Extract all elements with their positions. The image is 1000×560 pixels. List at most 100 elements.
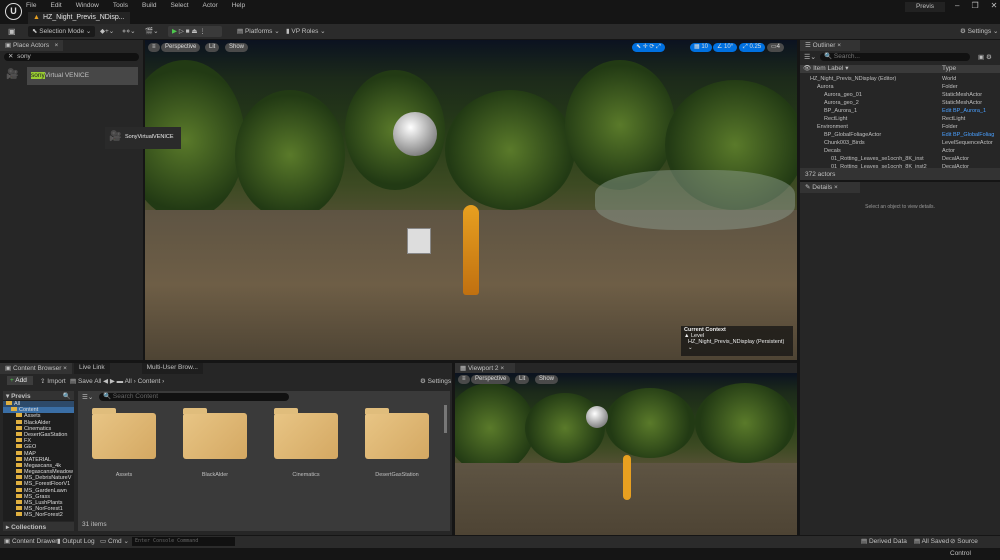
cinematics-icon[interactable]: 🎬⌄: [141, 26, 163, 37]
col-item-label[interactable]: 👁 Item Label ▾: [803, 65, 849, 73]
menu-select[interactable]: Select: [170, 2, 188, 9]
actor-result-sony-virtual-venice[interactable]: sonyVirtual VENICE: [27, 67, 138, 85]
folder-tile[interactable]: [92, 408, 156, 459]
eject-icon[interactable]: ⏏: [191, 28, 197, 35]
close-button[interactable]: ✕: [991, 1, 998, 10]
platforms-dropdown[interactable]: ▤ Platforms ⌄: [233, 26, 284, 37]
menu-window[interactable]: Window: [76, 2, 99, 9]
outliner-row[interactable]: 01_Rotting_Leaves_se1ocnh_8K_inst DecalAc…: [800, 155, 1000, 163]
import-button[interactable]: ⇪ Import: [40, 377, 66, 385]
menu-tools[interactable]: Tools: [113, 2, 128, 9]
forward-icon[interactable]: ▶: [110, 378, 115, 385]
menu-edit[interactable]: Edit: [50, 2, 61, 9]
source-control-button[interactable]: ⊘ Source Control: [950, 536, 1000, 560]
asset-filter-icon[interactable]: ☰⌄: [82, 393, 93, 401]
outliner-row-type[interactable]: Edit BP_Aurora_1: [942, 107, 986, 115]
outliner-search[interactable]: 🔍 Search...: [820, 53, 970, 61]
cb-settings-button[interactable]: ⚙ Settings: [420, 377, 451, 385]
add-actor-icon[interactable]: ◆+⌄: [96, 26, 118, 37]
clear-search-icon[interactable]: ✕: [8, 53, 13, 60]
lit-button[interactable]: Lit: [205, 43, 220, 52]
perspective-button[interactable]: Perspective: [161, 43, 201, 52]
minimize-button[interactable]: –: [955, 1, 959, 10]
content-drawer-button[interactable]: ▣ Content Drawer: [4, 536, 57, 548]
menu-build[interactable]: Build: [142, 2, 156, 9]
add-folder-icon[interactable]: ▣ ⚙: [978, 53, 992, 61]
blueprint-icon[interactable]: ⋄⋄⌄: [118, 26, 140, 37]
grid-snap[interactable]: ▦ 10: [690, 43, 713, 52]
main-viewport[interactable]: ≡ Perspective Lit Show ⬉ ✛ ⟳ ⤢ ▦ 10 ∠ 10…: [145, 40, 797, 360]
scale-snap[interactable]: ⤢ 0.25: [739, 43, 766, 52]
camera-speed[interactable]: ▭4: [767, 43, 785, 52]
level-tab[interactable]: ▲ HZ_Night_Previs_NDisp...: [28, 12, 130, 24]
folder-tile[interactable]: [274, 408, 338, 459]
viewport2-lit-button[interactable]: Lit: [515, 375, 530, 384]
unreal-logo-icon[interactable]: U: [5, 3, 22, 20]
viewport2-perspective-button[interactable]: Perspective: [471, 375, 511, 384]
tab-content-browser[interactable]: ▣ Content Browser ×: [0, 363, 72, 374]
back-icon[interactable]: ◀: [103, 378, 108, 385]
content-search[interactable]: 🔍 Search Content: [99, 393, 289, 401]
folder-tree-label: MS_ForestFloorV1: [24, 481, 71, 488]
tab-live-link[interactable]: Live Link: [73, 363, 110, 374]
derived-data-button[interactable]: ▤ Derived Data: [861, 536, 907, 548]
console-input[interactable]: Enter Console Command: [132, 537, 235, 546]
place-actors-search[interactable]: ✕ sony: [4, 53, 139, 61]
stop-icon[interactable]: ■: [186, 28, 190, 35]
outliner-row[interactable]: Aurora_geo_01 StaticMeshActor: [800, 91, 1000, 99]
outliner-row[interactable]: Decals Actor: [800, 147, 1000, 155]
step-icon[interactable]: ▷: [179, 28, 184, 35]
breadcrumb-content[interactable]: Content: [138, 378, 161, 385]
rotation-snap[interactable]: ∠ 10°: [713, 43, 738, 52]
mannequin[interactable]: [623, 455, 631, 500]
outliner-row[interactable]: BP_Aurora_1 Edit BP_Aurora_1: [800, 107, 1000, 115]
filter-icon[interactable]: ☰⌄: [804, 53, 816, 61]
details-tab[interactable]: ✎ Details ×: [800, 182, 860, 193]
menu-file[interactable]: File: [26, 2, 36, 9]
folder-tile[interactable]: [183, 408, 247, 459]
tab-multi-user[interactable]: Multi-User Brow...: [141, 363, 203, 374]
viewport2-options-button[interactable]: ≡: [458, 375, 470, 384]
save-icon[interactable]: ▣: [4, 26, 20, 37]
asset-scrollbar[interactable]: [444, 405, 447, 433]
play-icon[interactable]: ▶: [172, 28, 177, 35]
vp-roles-dropdown[interactable]: ▮ VP Roles ⌄: [282, 26, 330, 37]
place-actors-tab[interactable]: ▣ Place Actors ×: [0, 40, 64, 51]
collections-header[interactable]: ▸ Collections: [3, 522, 74, 531]
all-saved-button[interactable]: ▤ All Saved: [914, 536, 949, 548]
outliner-row-type[interactable]: Edit BP_GlobalFoliag: [942, 131, 994, 139]
outliner-row[interactable]: HZ_Night_Previs_NDisplay (Editor) World: [800, 75, 1000, 83]
viewport-options-button[interactable]: ≡: [148, 43, 160, 52]
reflection-sphere[interactable]: [393, 112, 437, 156]
add-button[interactable]: + Add: [7, 376, 33, 385]
maximize-button[interactable]: ❐: [971, 1, 978, 10]
folder-tree-item[interactable]: MS_NorForest2: [3, 512, 74, 518]
col-type[interactable]: Type: [942, 65, 956, 73]
selection-mode-dropdown[interactable]: ⬉ Selection Mode ⌄: [28, 26, 96, 37]
outliner-row[interactable]: Aurora Folder: [800, 83, 1000, 91]
cmd-dropdown[interactable]: ▭ Cmd ⌄: [100, 536, 129, 548]
viewport2[interactable]: ≡ Perspective Lit Show: [455, 373, 797, 535]
settings-dropdown[interactable]: ⚙ Settings ⌄: [956, 26, 1000, 37]
outliner-row[interactable]: BP_GlobalFoliageActor Edit BP_GlobalFolia…: [800, 131, 1000, 139]
outliner-row[interactable]: Chunk003_Birds LevelSequenceActor: [800, 139, 1000, 147]
camera-actor-icon[interactable]: [407, 228, 431, 254]
context-level-dropdown[interactable]: HZ_Night_Previs_NDisplay (Persistent) ⌄: [684, 339, 790, 351]
more-icon[interactable]: ⋮: [199, 28, 206, 35]
output-log-button[interactable]: ▮ Output Log: [57, 536, 95, 548]
outliner-tab[interactable]: ☰ Outliner ×: [800, 40, 860, 51]
folder-tile[interactable]: [365, 408, 429, 459]
mannequin[interactable]: [463, 205, 479, 295]
breadcrumb-all[interactable]: All: [125, 378, 132, 385]
show-button[interactable]: Show: [225, 43, 249, 52]
save-all-button[interactable]: ▤ Save All: [70, 377, 101, 385]
sources-header[interactable]: ▾ Previs 🔍: [3, 391, 74, 400]
menu-help[interactable]: Help: [232, 2, 245, 9]
outliner-row[interactable]: RectLight RectLight: [800, 115, 1000, 123]
transform-tools[interactable]: ⬉ ✛ ⟳ ⤢: [632, 43, 665, 52]
outliner-row[interactable]: Aurora_geo_2 StaticMeshActor: [800, 99, 1000, 107]
menu-actor[interactable]: Actor: [203, 2, 218, 9]
viewport2-show-button[interactable]: Show: [535, 375, 559, 384]
reflection-sphere[interactable]: [586, 406, 608, 428]
outliner-row[interactable]: Environment Folder: [800, 123, 1000, 131]
